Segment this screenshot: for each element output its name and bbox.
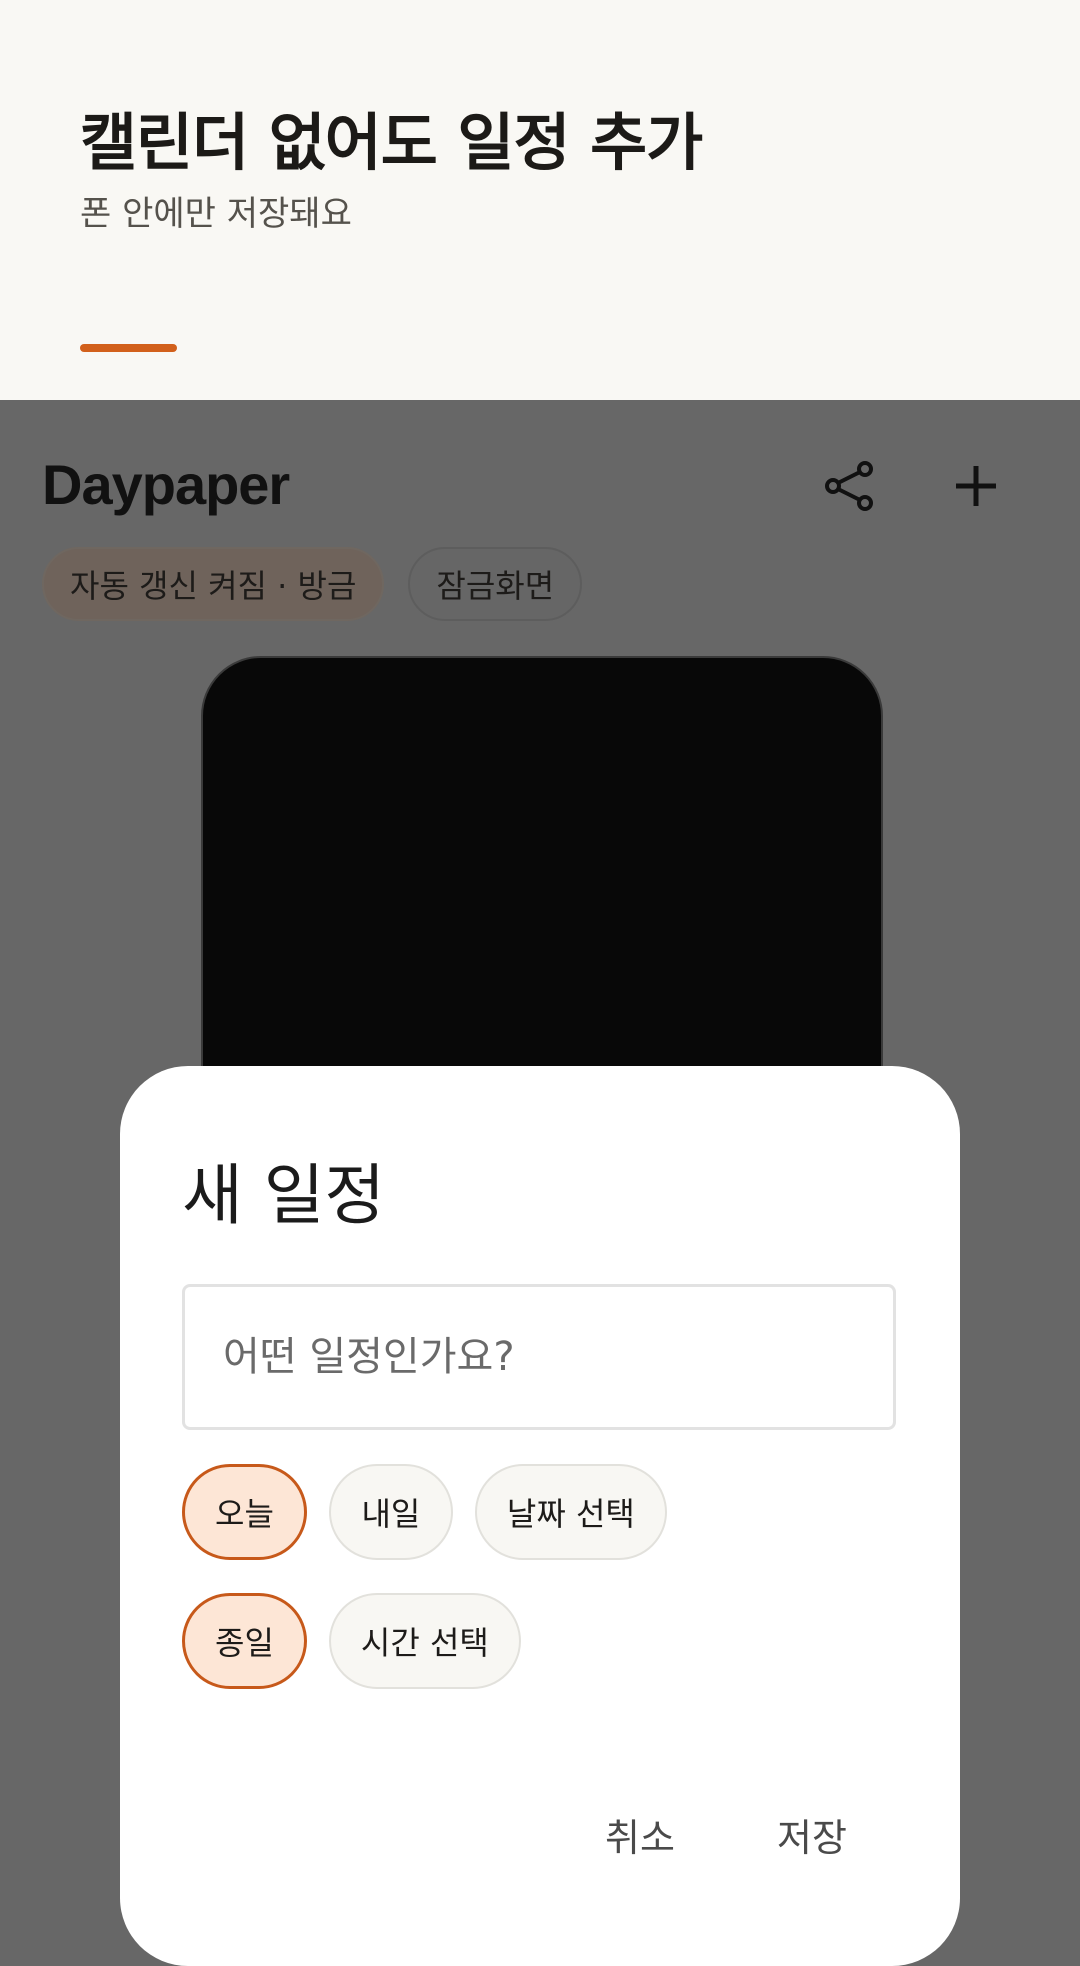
save-button[interactable]: 저장 xyxy=(726,1786,898,1882)
date-option-tomorrow[interactable]: 내일 xyxy=(328,1464,453,1560)
plus-icon xyxy=(956,466,996,506)
cancel-button[interactable]: 취소 xyxy=(554,1786,726,1882)
share-icon xyxy=(825,461,873,511)
time-options: 종일 시간 선택 xyxy=(182,1593,521,1689)
app-title: Daypaper xyxy=(42,453,290,516)
status-chips: 자동 갱신 켜짐 · 방금 잠금화면 xyxy=(42,547,583,621)
time-option-pick[interactable]: 시간 선택 xyxy=(328,1593,521,1689)
dialog-title: 새 일정 xyxy=(182,1157,386,1234)
onboarding-banner: 캘린더 없어도 일정 추가 폰 안에만 저장돼요 xyxy=(0,0,1080,400)
page-indicator xyxy=(80,344,177,352)
event-title-input[interactable] xyxy=(182,1284,896,1430)
new-event-dialog: 새 일정 오늘 내일 날짜 선택 종일 시간 선택 취소 저장 xyxy=(120,1066,960,1966)
auto-refresh-chip[interactable]: 자동 갱신 켜짐 · 방금 xyxy=(42,547,385,621)
banner-subtitle: 폰 안에만 저장돼요 xyxy=(80,194,352,234)
date-option-pick[interactable]: 날짜 선택 xyxy=(474,1464,667,1560)
date-options: 오늘 내일 날짜 선택 xyxy=(182,1464,667,1560)
lock-screen-chip[interactable]: 잠금화면 xyxy=(408,547,583,621)
date-option-today[interactable]: 오늘 xyxy=(182,1464,307,1560)
add-button[interactable] xyxy=(940,450,1012,522)
dialog-actions: 취소 저장 xyxy=(554,1786,960,1882)
banner-title: 캘린더 없어도 일정 추가 xyxy=(80,106,703,179)
time-option-all-day[interactable]: 종일 xyxy=(182,1593,307,1689)
share-button[interactable] xyxy=(814,450,886,522)
